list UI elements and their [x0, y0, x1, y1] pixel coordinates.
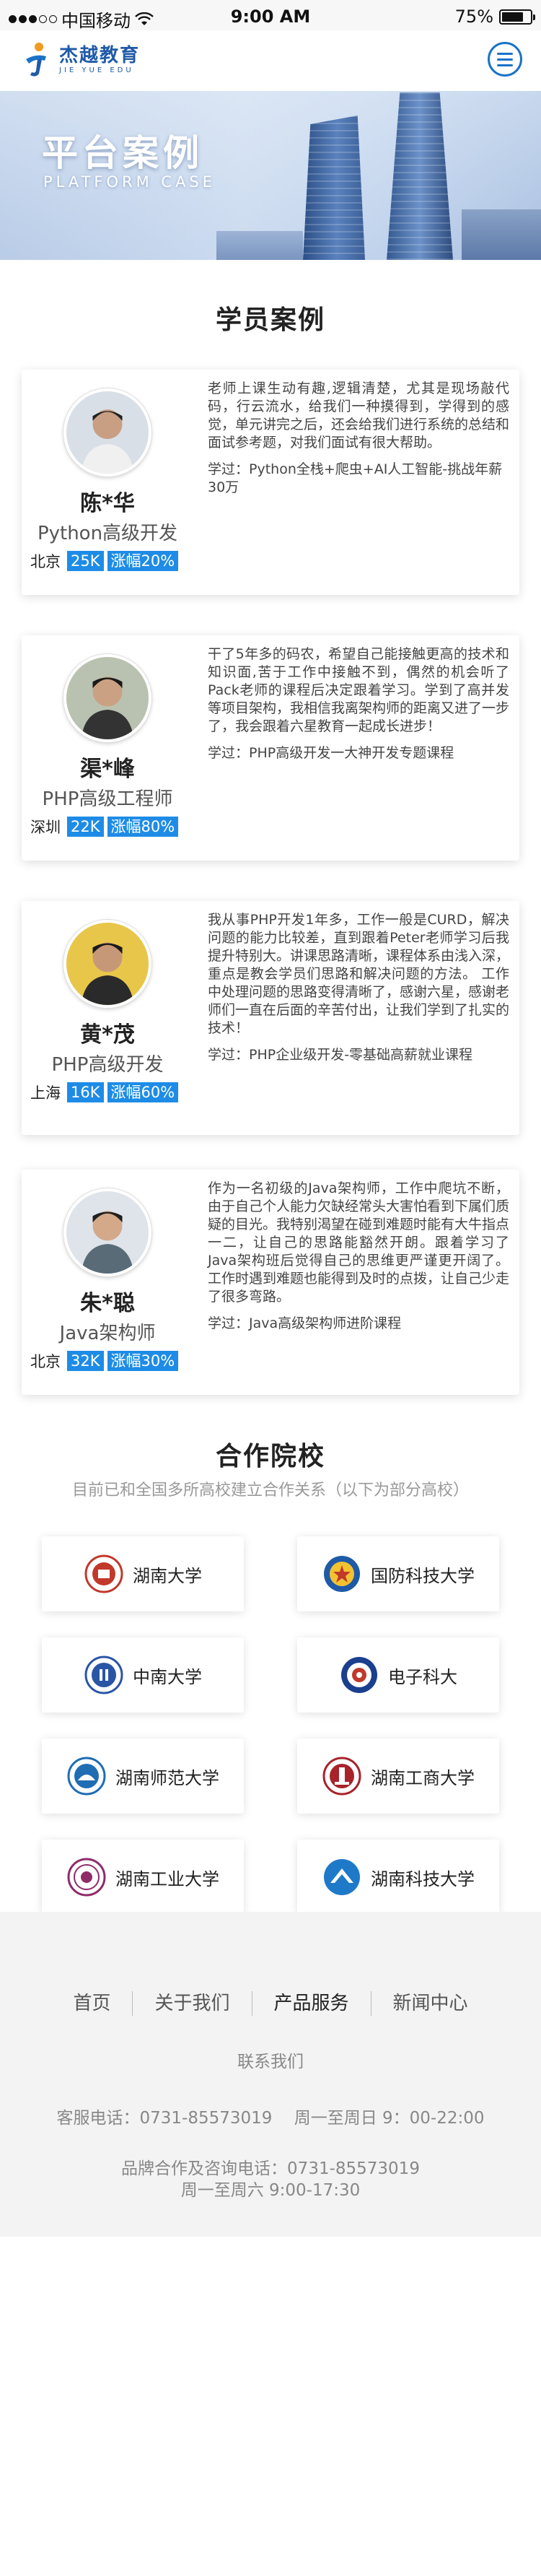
student-name: 渠*峰 [80, 757, 135, 782]
school-name: 湖南工业大学 [115, 1868, 219, 1889]
building-image [303, 116, 365, 260]
hunan-university-emblem-icon [84, 1554, 124, 1594]
raise-badge: 涨幅30% [107, 1351, 179, 1371]
menu-icon [497, 52, 513, 55]
school-name: 湖南工商大学 [371, 1767, 475, 1788]
footer-link-news[interactable]: 新闻中心 [370, 1991, 490, 2016]
school-name: 国防科技大学 [371, 1565, 475, 1586]
student-story: 作为一名初级的Java架构师，工作中爬坑不断，由于自己个人能力欠缺经常头大害怕看… [208, 1180, 510, 1305]
school-card[interactable]: 湖南大学 [42, 1536, 244, 1611]
student-city: 深圳 [30, 819, 61, 836]
school-card[interactable]: 电子科大 [297, 1637, 499, 1713]
brand-logo[interactable]: 杰越教育 JIE YUE EDU [20, 40, 140, 78]
salary-badge: 32K [67, 1351, 104, 1371]
school-card[interactable]: 湖南科技大学 [297, 1840, 499, 1915]
raise-badge: 涨幅80% [107, 817, 179, 837]
student-city: 上海 [30, 1084, 61, 1102]
nudt-emblem-icon [322, 1554, 362, 1594]
footer-contact-link[interactable]: 联系我们 [0, 2048, 541, 2072]
student-role: Python高级开发 [37, 523, 178, 544]
student-city: 北京 [30, 1353, 61, 1370]
school-name: 湖南师范大学 [115, 1767, 219, 1788]
student-course: 学过：PHP高级开发一大神开发专题课程 [208, 745, 454, 761]
school-card[interactable]: 中南大学 [42, 1637, 244, 1713]
banner-subtitle: PLATFORM CASE [43, 173, 216, 191]
footer-link-home[interactable]: 首页 [51, 1991, 132, 2016]
hnust-emblem-icon [322, 1857, 362, 1897]
student-role: PHP高级工程师 [42, 788, 173, 810]
case-card[interactable]: 陈*华 Python高级开发 北京 25K 涨幅20% 老师上课生动有趣,逻辑清… [22, 370, 519, 595]
menu-button[interactable] [488, 42, 522, 77]
brand-sub: JIE YUE EDU [59, 66, 134, 74]
student-story: 干了5年多的码农，希望自己能接触更高的技术和知识面,苦于工作中接触不到，偶然的机… [208, 646, 510, 734]
hunnu-emblem-icon [66, 1756, 107, 1796]
student-course: 学过：Python全栈+爬虫+AI人工智能-挑战年薪30万 [208, 461, 503, 495]
hut-emblem-icon [66, 1857, 107, 1897]
building-image [462, 209, 541, 260]
student-story: 老师上课生动有趣,逻辑清楚，尤其是现场敲代码，行云流水，给我们一种摸得到，学得到… [208, 380, 510, 451]
student-course: 学过：PHP企业级开发-零基础高薪就业课程 [208, 1047, 473, 1063]
student-course: 学过：Java高级架构师进阶课程 [208, 1315, 402, 1331]
school-name: 湖南大学 [133, 1565, 202, 1586]
site-header: 杰越教育 JIE YUE EDU [0, 30, 541, 91]
building-image [216, 231, 303, 260]
school-name: 湖南科技大学 [371, 1868, 475, 1889]
student-story: 我从事PHP开发1年多，工作一般是CURD，解决问题的能力比较差，直到跟着Pet… [208, 912, 510, 1036]
student-avatar [63, 388, 151, 477]
battery-icon [499, 9, 535, 25]
school-card[interactable]: 湖南工商大学 [297, 1739, 499, 1814]
banner-title: 平台案例 [42, 132, 203, 174]
student-role: PHP高级开发 [51, 1054, 164, 1076]
student-name: 朱*聪 [80, 1291, 135, 1316]
footer-link-about[interactable]: 关于我们 [132, 1991, 251, 2016]
school-name: 电子科大 [388, 1666, 457, 1687]
school-card[interactable]: 湖南工业大学 [42, 1840, 244, 1915]
case-card[interactable]: 渠*峰 PHP高级工程师 深圳 22K 涨幅80% 干了5年多的码农，希望自己能… [22, 635, 519, 861]
footer-link-products[interactable]: 产品服务 [251, 1991, 371, 2016]
csu-emblem-icon [84, 1655, 124, 1695]
partners-section-subtitle: 目前已和全国多所高校建立合作关系（以下为部分高校） [71, 1481, 469, 1500]
salary-badge: 16K [67, 1082, 104, 1102]
footer-brand-phone: 品牌合作及咨询电话：0731-85573019 [121, 2159, 420, 2178]
case-card[interactable]: 黄*茂 PHP高级开发 上海 16K 涨幅60% 我从事PHP开发1年多，工作一… [22, 901, 519, 1135]
case-card[interactable]: 朱*聪 Java架构师 北京 32K 涨幅30% 作为一名初级的Java架构师，… [22, 1170, 519, 1395]
page-banner: 平台案例 PLATFORM CASE [0, 91, 541, 260]
salary-badge: 25K [67, 551, 104, 571]
student-role: Java架构师 [59, 1323, 156, 1344]
status-bar: 中国移动 9:00 AM 75% [0, 0, 541, 31]
uestc-emblem-icon [339, 1655, 379, 1695]
raise-badge: 涨幅60% [107, 1082, 179, 1102]
partners-section-title: 合作院校 [215, 1442, 325, 1471]
site-footer: 首页 关于我们 产品服务 新闻中心 联系我们 客服电话：0731-8557301… [0, 1912, 541, 2237]
brand-logo-icon [26, 43, 46, 77]
salary-badge: 22K [67, 817, 104, 837]
school-card[interactable]: 国防科技大学 [297, 1536, 499, 1611]
raise-badge: 涨幅20% [107, 551, 179, 571]
footer-brand-hours: 周一至周六 9:00-17:30 [180, 2181, 361, 2200]
footer-service-phone: 客服电话：0731-85573019 周一至周日 9：00-22:00 [56, 2109, 485, 2128]
student-avatar [63, 654, 151, 742]
student-avatar [63, 1188, 151, 1276]
student-name: 陈*华 [80, 491, 135, 516]
student-avatar [63, 920, 151, 1008]
footer-nav: 首页 关于我们 产品服务 新闻中心 [0, 1991, 541, 2016]
student-name: 黄*茂 [80, 1022, 135, 1048]
hutb-emblem-icon [322, 1756, 362, 1796]
student-city: 北京 [30, 553, 61, 570]
school-name: 中南大学 [133, 1666, 202, 1687]
brand-name: 杰越教育 [59, 44, 141, 66]
school-card[interactable]: 湖南师范大学 [42, 1739, 244, 1814]
cases-section-title: 学员案例 [215, 305, 325, 335]
battery-percent: 75% [454, 6, 493, 27]
